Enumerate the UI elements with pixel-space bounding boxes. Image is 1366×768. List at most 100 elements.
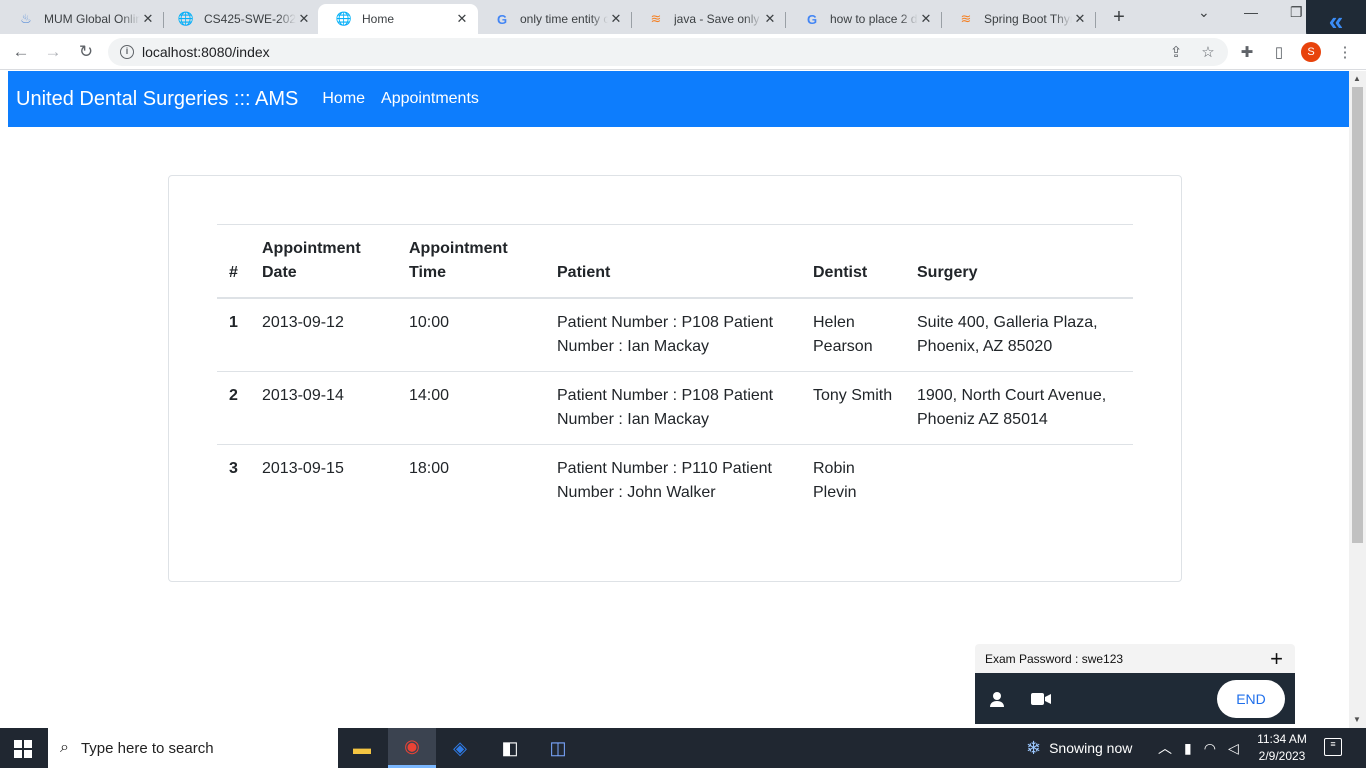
proctor-person-icon[interactable]	[985, 687, 1009, 711]
camera-icon[interactable]	[1029, 687, 1053, 711]
eye-app-icon[interactable]: ◈	[436, 728, 484, 768]
close-tab-icon[interactable]: ✕	[608, 11, 624, 27]
info-icon[interactable]: i	[120, 45, 134, 59]
close-tab-icon[interactable]: ✕	[140, 11, 156, 27]
table-row: 2 2013-09-14 14:00 Patient Number : P108…	[217, 371, 1133, 445]
intellij-icon[interactable]: ◧	[486, 728, 534, 768]
star-icon[interactable]: ☆	[1197, 41, 1219, 63]
search-icon: ⌕	[60, 739, 69, 756]
table-header-row: # Appointment Date Appointment Time Pati…	[217, 224, 1133, 299]
appointments-table: # Appointment Date Appointment Time Pati…	[217, 224, 1133, 517]
scroll-up-icon[interactable]: ▲	[1353, 74, 1361, 83]
extensions-icon[interactable]: ✚	[1236, 41, 1258, 63]
row-number: 2	[217, 371, 250, 445]
forward-arrow-icon[interactable]: →	[42, 41, 64, 63]
scroll-down-icon[interactable]: ▼	[1353, 715, 1361, 724]
clock-time: 11:34 AM	[1257, 732, 1307, 746]
notifications-icon[interactable]: ≡	[1324, 738, 1342, 756]
close-tab-icon[interactable]: ✕	[296, 11, 312, 27]
globe-icon: 🌐	[335, 11, 353, 26]
column-header: Appointment Time	[397, 224, 545, 299]
browser-tab[interactable]: ♨ MUM Global Online ✕	[0, 4, 164, 34]
row-number: 3	[229, 460, 238, 477]
taskbar-search-box[interactable]: ⌕ Type here to search	[48, 728, 338, 768]
browser-toolbar: ← → ↻ i localhost:8080/index ⇪ ☆ ✚ ▯ S ⋮	[0, 34, 1366, 70]
file-explorer-icon[interactable]: ▬	[338, 728, 386, 768]
close-tab-icon[interactable]: ✕	[1072, 11, 1088, 27]
tab-search-icon[interactable]: ⌄	[1198, 4, 1210, 21]
table-row: 3 2013-09-15 18:00 Patient Number : P110…	[217, 445, 1133, 518]
browser-tab[interactable]: ≋ java - Save only time ✕	[630, 4, 786, 34]
page-scrollbar[interactable]: ▲ ▼	[1349, 71, 1366, 728]
browser-tab[interactable]: 🌐 CS425-SWE-2023 ✕	[160, 4, 320, 34]
column-header: Appointment Date	[250, 224, 397, 299]
back-arrow-icon[interactable]: ←	[10, 41, 32, 63]
scrollbar-thumb[interactable]	[1352, 87, 1363, 543]
globe-icon: 🌐	[177, 11, 195, 26]
share-icon[interactable]: ⇪	[1165, 41, 1187, 63]
surgery-cell	[905, 445, 1133, 518]
tab-title: java - Save only time	[674, 12, 762, 26]
chrome-icon[interactable]: ◉	[388, 728, 436, 768]
stackoverflow-icon: ≋	[650, 11, 662, 26]
patient-cell: Patient Number : P108 Patient Number : I…	[545, 371, 801, 445]
close-tab-icon[interactable]: ✕	[762, 11, 778, 27]
end-exam-button[interactable]: END	[1217, 679, 1285, 718]
browser-tab[interactable]: G how to place 2 div ✕	[786, 4, 942, 34]
exam-proctor-widget: Exam Password : swe123 + END	[975, 644, 1295, 724]
tab-title: CS425-SWE-2023	[204, 12, 296, 26]
tray-icons: ︿ ▮ ◠ ◁	[1158, 728, 1239, 768]
nav-home-link[interactable]: Home	[322, 90, 365, 108]
dentist-cell: Helen Pearson	[801, 298, 905, 372]
close-tab-icon[interactable]: ✕	[454, 11, 470, 27]
appointment-date: 2013-09-12	[250, 298, 397, 372]
microphone-icon[interactable]: ▮	[1184, 740, 1192, 757]
browser-tab[interactable]: ≋ Spring Boot Thymeleaf ✕	[940, 4, 1096, 34]
appointment-time: 18:00	[409, 460, 450, 477]
clock-date: 2/9/2023	[1258, 749, 1306, 763]
volume-icon[interactable]: ◁	[1228, 740, 1239, 757]
brand-link[interactable]: United Dental Surgeries ::: AMS	[16, 88, 298, 111]
weather-text: Snowing now	[1049, 740, 1133, 756]
browser-tab[interactable]: G only time entity column ✕	[476, 4, 632, 34]
appointment-time: 14:00	[397, 371, 545, 445]
column-header: #	[217, 224, 250, 299]
appointment-date: 2013-09-15	[262, 460, 344, 477]
wifi-icon[interactable]: ◠	[1204, 740, 1216, 757]
appointment-time: 10:00	[397, 298, 545, 372]
windows-start-icon[interactable]	[14, 740, 32, 758]
close-tab-icon[interactable]: ✕	[918, 11, 934, 27]
address-bar[interactable]: i localhost:8080/index	[108, 38, 1228, 66]
side-panel-icon[interactable]: ▯	[1268, 41, 1290, 63]
exam-password-text: Exam Password : swe123	[985, 651, 1124, 666]
stackoverflow-icon: ≋	[960, 11, 972, 26]
patient-cell: Patient Number : P108 Patient Number : I…	[545, 298, 801, 372]
snowflake-icon: ❄	[1026, 737, 1042, 758]
browser-tab-active[interactable]: 🌐 Home ✕	[318, 4, 478, 34]
chevron-up-icon[interactable]: ︿	[1158, 738, 1172, 758]
weather-widget[interactable]: ❄ Snowing now	[1026, 728, 1132, 768]
expand-plus-icon[interactable]: +	[1270, 647, 1283, 670]
new-tab-icon[interactable]: +	[1108, 6, 1130, 28]
surgery-cell: 1900, North Court Avenue, Phoeniz AZ 850…	[905, 371, 1133, 445]
table-row: 1 2013-09-12 10:00 Patient Number : P108…	[217, 298, 1133, 372]
workbench-icon[interactable]: ◫	[534, 728, 582, 768]
more-menu-icon[interactable]: ⋮	[1334, 41, 1356, 63]
patient-cell: Patient Number : P110 Patient Number : J…	[557, 460, 772, 501]
surgery-cell: Suite 400, Galleria Plaza, Phoenix, AZ 8…	[905, 298, 1133, 372]
appointments-card: # Appointment Date Appointment Time Pati…	[168, 175, 1182, 582]
exam-password-bar: Exam Password : swe123 +	[975, 644, 1295, 673]
restore-icon[interactable]: ❐	[1290, 4, 1303, 21]
tab-title: Spring Boot Thymeleaf	[984, 12, 1072, 26]
taskbar-clock[interactable]: 11:34 AM 2/9/2023	[1254, 731, 1310, 765]
tab-title: MUM Global Online	[44, 12, 140, 26]
page-viewport: United Dental Surgeries ::: AMS Home App…	[8, 71, 1349, 728]
row-number: 1	[217, 298, 250, 372]
minimize-icon[interactable]: —	[1244, 4, 1258, 20]
exam-controls: END	[975, 673, 1295, 724]
tab-title: how to place 2 div	[830, 12, 918, 26]
nav-appointments-link[interactable]: Appointments	[381, 90, 479, 108]
appointment-date: 2013-09-14	[250, 371, 397, 445]
profile-avatar[interactable]: S	[1301, 42, 1321, 62]
reload-icon[interactable]: ↻	[75, 41, 97, 63]
